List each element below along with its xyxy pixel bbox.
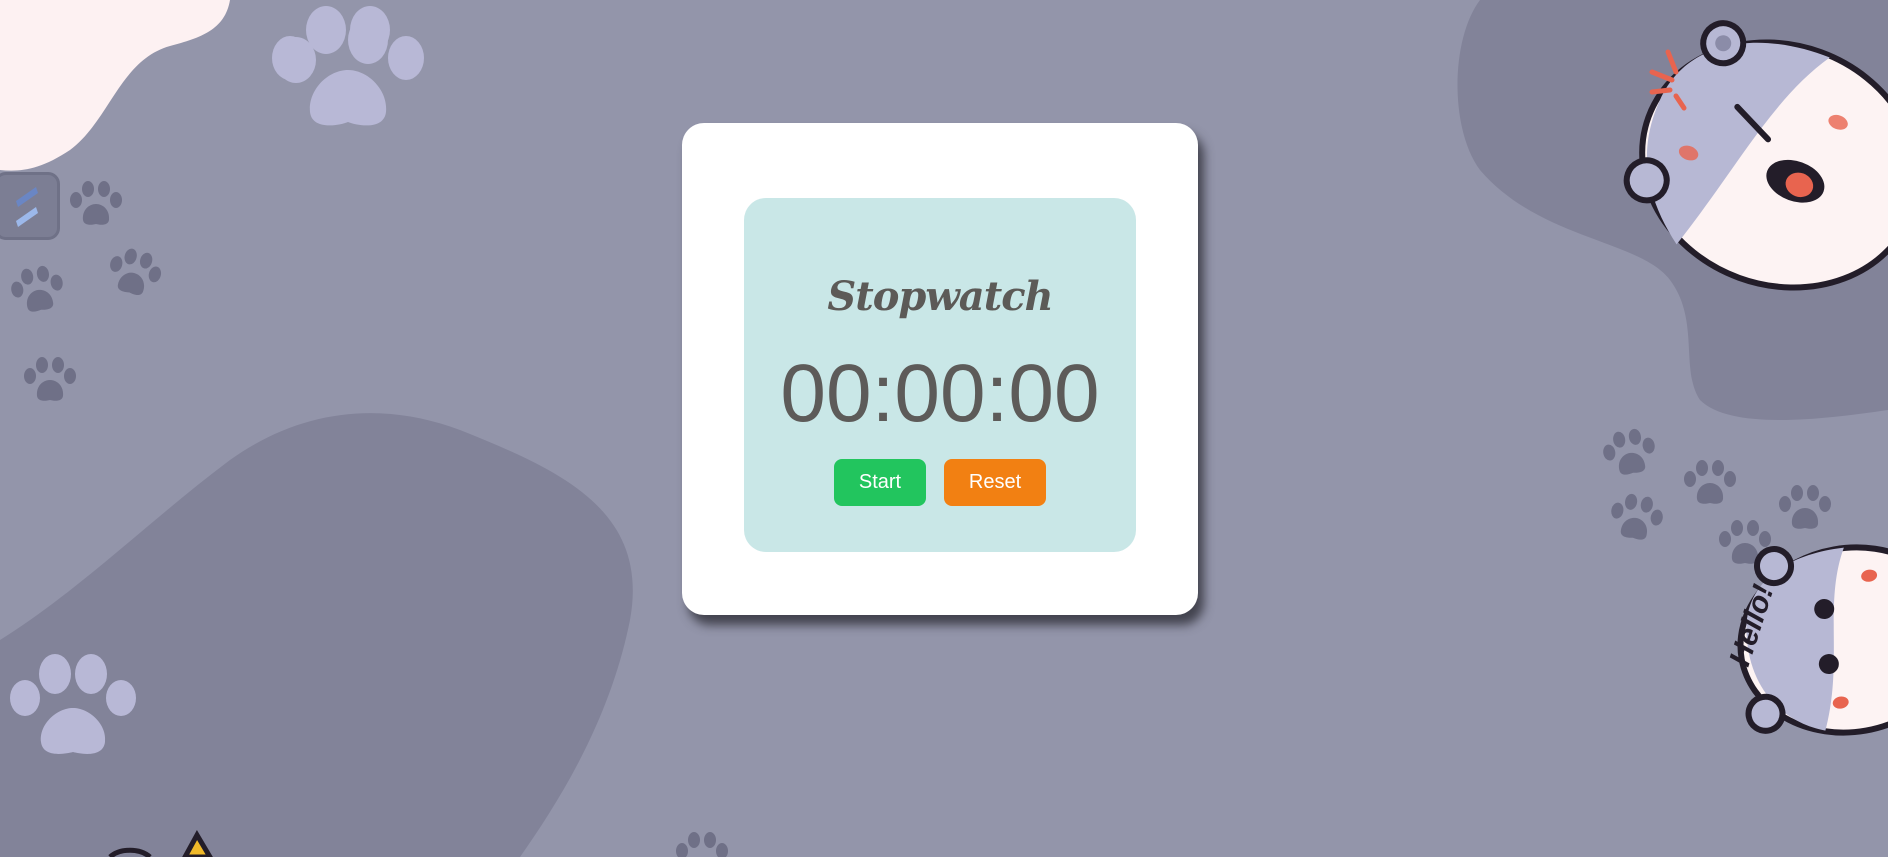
stopwatch-panel: Stopwatch 00:00:00 Start Reset bbox=[744, 198, 1136, 552]
s-logo-icon bbox=[16, 187, 38, 227]
hello-sticker-text: Hello! bbox=[1723, 581, 1780, 670]
stopwatch-card: Stopwatch 00:00:00 Start Reset bbox=[682, 123, 1198, 615]
time-display: 00:00:00 bbox=[780, 348, 1100, 439]
stopwatch-title: Stopwatch bbox=[827, 273, 1053, 320]
start-button[interactable]: Start bbox=[834, 459, 926, 506]
reset-button[interactable]: Reset bbox=[944, 459, 1046, 506]
side-badge[interactable] bbox=[0, 172, 60, 240]
